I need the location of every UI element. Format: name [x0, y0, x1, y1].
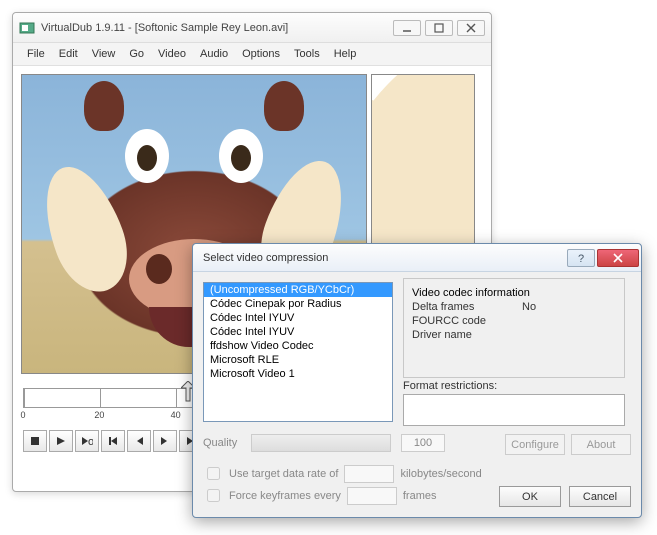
quality-slider[interactable] [251, 434, 391, 452]
codec-item[interactable]: (Uncompressed RGB/YCbCr) [204, 283, 392, 297]
menu-audio[interactable]: Audio [194, 46, 234, 62]
timeline-tick [100, 389, 101, 407]
timeline-tick [24, 389, 25, 407]
timeline-tick-label: 20 [94, 410, 104, 420]
force-keyframes-unit: frames [403, 490, 437, 502]
target-datarate-row: Use target data rate of kilobytes/second [203, 464, 482, 483]
menu-go[interactable]: Go [123, 46, 150, 62]
step-forward-button[interactable] [153, 430, 177, 452]
menu-view[interactable]: View [86, 46, 122, 62]
target-datarate-field[interactable] [344, 465, 394, 483]
target-datarate-label: Use target data rate of [229, 468, 338, 480]
menu-tools[interactable]: Tools [288, 46, 326, 62]
codec-item[interactable]: Códec Intel IYUV [204, 311, 392, 325]
play-input-button[interactable] [49, 430, 73, 452]
menu-help[interactable]: Help [328, 46, 363, 62]
go-start-button[interactable] [101, 430, 125, 452]
codec-item[interactable]: ffdshow Video Codec [204, 339, 392, 353]
menu-video[interactable]: Video [152, 46, 192, 62]
svg-text:?: ? [578, 253, 584, 263]
codec-item[interactable]: Códec Intel IYUV [204, 325, 392, 339]
dialog-title: Select video compression [203, 252, 567, 264]
quality-label: Quality [203, 437, 237, 449]
force-keyframes-row: Force keyframes every frames [203, 486, 437, 505]
force-keyframes-field[interactable] [347, 487, 397, 505]
ok-button[interactable]: OK [499, 486, 561, 507]
step-back-button[interactable] [127, 430, 151, 452]
delta-frames-value: No [522, 301, 536, 313]
timeline-tick [176, 389, 177, 407]
codec-item[interactable]: Microsoft RLE [204, 353, 392, 367]
close-button[interactable] [457, 20, 485, 36]
cancel-button[interactable]: Cancel [569, 486, 631, 507]
menu-file[interactable]: File [21, 46, 51, 62]
codec-info-legend: Video codec information [412, 287, 530, 299]
force-keyframes-checkbox[interactable] [207, 489, 220, 502]
menu-options[interactable]: Options [236, 46, 286, 62]
configure-button[interactable]: Configure [505, 434, 565, 455]
dialog-body: (Uncompressed RGB/YCbCr)Códec Cinepak po… [193, 272, 641, 517]
codec-info-group: Video codec information Delta framesNo F… [403, 278, 625, 378]
menubar: File Edit View Go Video Audio Options To… [13, 43, 491, 66]
codec-item[interactable]: Códec Cinepak por Radius [204, 297, 392, 311]
quality-value: 100 [401, 434, 445, 452]
app-icon [19, 20, 35, 36]
minimize-button[interactable] [393, 20, 421, 36]
format-restrictions-label: Format restrictions: [403, 380, 497, 392]
target-datarate-checkbox[interactable] [207, 467, 220, 480]
dialog-close-button[interactable] [597, 249, 639, 267]
codec-item[interactable]: Microsoft Video 1 [204, 367, 392, 381]
svg-text:o: o [88, 436, 93, 446]
timeline-tick-label: 40 [171, 410, 181, 420]
window-title: VirtualDub 1.9.11 - [Softonic Sample Rey… [41, 22, 389, 34]
main-titlebar: VirtualDub 1.9.11 - [Softonic Sample Rey… [13, 13, 491, 43]
compression-dialog: Select video compression ? (Uncompressed… [192, 243, 642, 518]
about-button[interactable]: About [571, 434, 631, 455]
format-restrictions-box [403, 394, 625, 426]
menu-edit[interactable]: Edit [53, 46, 84, 62]
timeline-tick-label: 0 [20, 410, 25, 420]
fourcc-label: FOURCC code [412, 315, 522, 327]
driver-label: Driver name [412, 329, 522, 341]
target-datarate-unit: kilobytes/second [400, 468, 481, 480]
dialog-titlebar: Select video compression ? [193, 244, 641, 272]
force-keyframes-label: Force keyframes every [229, 490, 341, 502]
maximize-button[interactable] [425, 20, 453, 36]
codec-list[interactable]: (Uncompressed RGB/YCbCr)Códec Cinepak po… [203, 282, 393, 422]
delta-frames-label: Delta frames [412, 301, 522, 313]
stop-button[interactable] [23, 430, 47, 452]
play-output-button[interactable]: o [75, 430, 99, 452]
dialog-help-button[interactable]: ? [567, 249, 595, 267]
